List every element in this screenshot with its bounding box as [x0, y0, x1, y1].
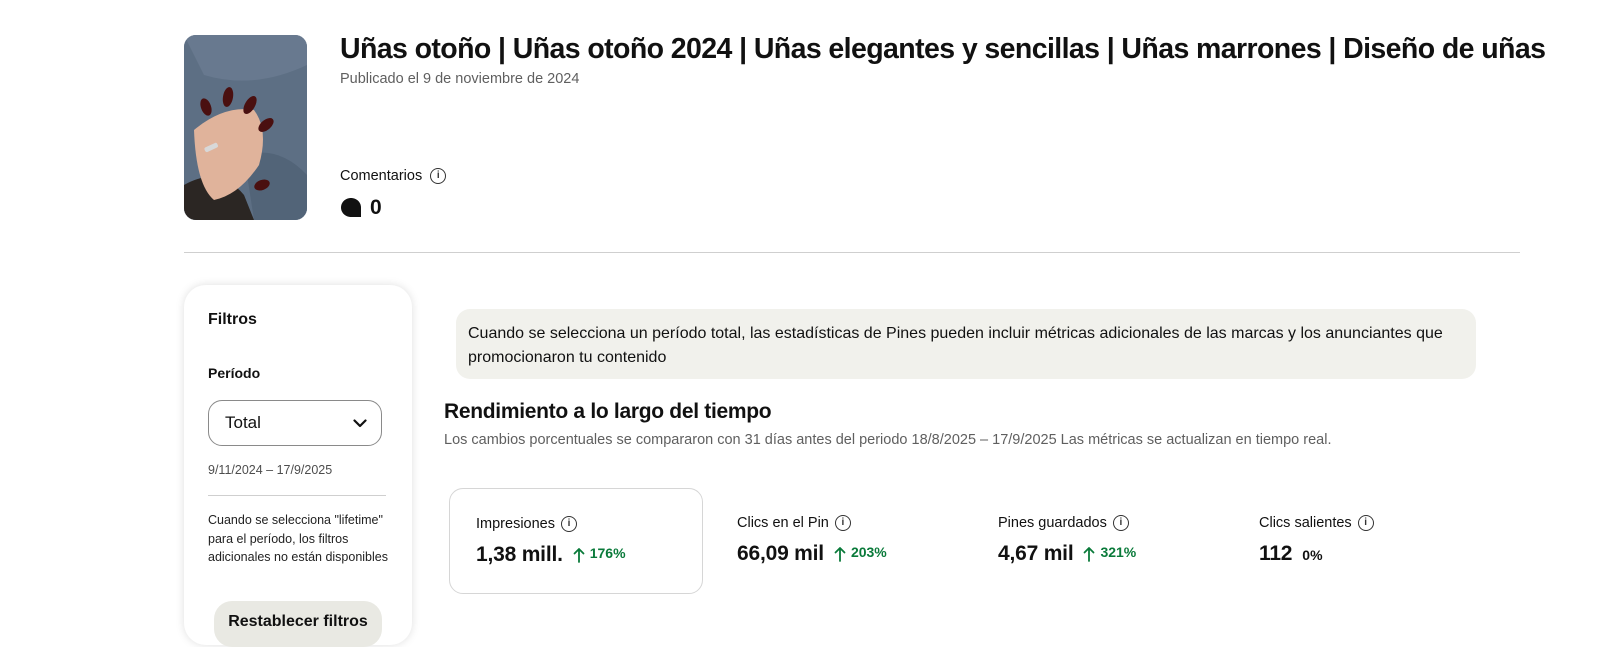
- metric-change-value: 176%: [589, 545, 626, 561]
- metric-card-outbound-clicks[interactable]: Clics salientes i 112 0%: [1233, 488, 1487, 594]
- metric-label: Clics en el Pin: [737, 515, 829, 531]
- arrow-up-icon: [1084, 547, 1095, 562]
- comments-label-row: Comentarios i: [340, 168, 447, 184]
- pin-title: Uñas otoño | Uñas otoño 2024 | Uñas eleg…: [340, 33, 1546, 65]
- metric-change-value: 203%: [850, 544, 887, 560]
- metric-change: 176%: [573, 545, 626, 563]
- metric-change-value: 321%: [1100, 544, 1137, 560]
- comments-count-row: 0: [340, 196, 382, 220]
- metric-value: 112: [1259, 542, 1293, 565]
- info-banner: Cuando se selecciona un período total, l…: [456, 309, 1476, 379]
- info-icon[interactable]: i: [1112, 515, 1129, 531]
- pin-image: [184, 35, 307, 220]
- performance-title: Rendimiento a lo largo del tiempo: [444, 400, 772, 423]
- info-icon[interactable]: i: [834, 515, 851, 531]
- arrow-up-icon: [573, 548, 585, 563]
- filters-divider: [208, 495, 386, 496]
- info-icon[interactable]: i: [1357, 515, 1374, 531]
- comments-label: Comentarios: [340, 168, 423, 184]
- metric-label: Clics salientes: [1259, 515, 1352, 531]
- metric-value: 1,38 mill.: [476, 543, 563, 566]
- comment-bubble-icon: [341, 198, 361, 217]
- pin-thumbnail[interactable]: [184, 35, 307, 220]
- performance-subtitle: Los cambios porcentuales se compararon c…: [444, 432, 1332, 448]
- metric-value: 66,09 mil: [737, 542, 824, 565]
- info-icon[interactable]: i: [430, 168, 447, 184]
- metric-card-saves[interactable]: Pines guardados i 4,67 mil 321%: [972, 488, 1226, 594]
- filters-panel: Filtros Período Total 9/11/2024 – 17/9/2…: [184, 285, 412, 647]
- metric-change-value: 0%: [1302, 547, 1323, 563]
- metric-value: 4,67 mil: [998, 542, 1074, 565]
- period-selected-value: Total: [225, 413, 261, 432]
- metric-change: 321%: [1083, 544, 1137, 562]
- period-label: Período: [208, 365, 261, 381]
- reset-filters-button[interactable]: Restablecer filtros: [214, 601, 382, 647]
- metric-label: Pines guardados: [998, 515, 1107, 531]
- info-icon[interactable]: i: [560, 516, 577, 532]
- filters-title: Filtros: [208, 311, 257, 328]
- metric-change: 203%: [834, 544, 887, 562]
- metric-card-impressions[interactable]: Impresiones i 1,38 mill. 176%: [449, 488, 703, 594]
- lifetime-note: Cuando se selecciona "lifetime" para el …: [208, 513, 388, 564]
- date-range: 9/11/2024 – 17/9/2025: [208, 463, 333, 477]
- comments-count: 0: [370, 196, 382, 219]
- metric-change: 0%: [1302, 547, 1322, 563]
- metric-label: Impresiones: [476, 516, 555, 532]
- arrow-up-icon: [834, 547, 846, 562]
- header-divider: [184, 252, 1520, 253]
- period-dropdown[interactable]: Total: [208, 400, 382, 446]
- chevron-down-icon: [353, 418, 367, 427]
- publish-date: Publicado el 9 de noviembre de 2024: [340, 71, 580, 87]
- metric-card-pin-clicks[interactable]: Clics en el Pin i 66,09 mil 203%: [711, 488, 965, 594]
